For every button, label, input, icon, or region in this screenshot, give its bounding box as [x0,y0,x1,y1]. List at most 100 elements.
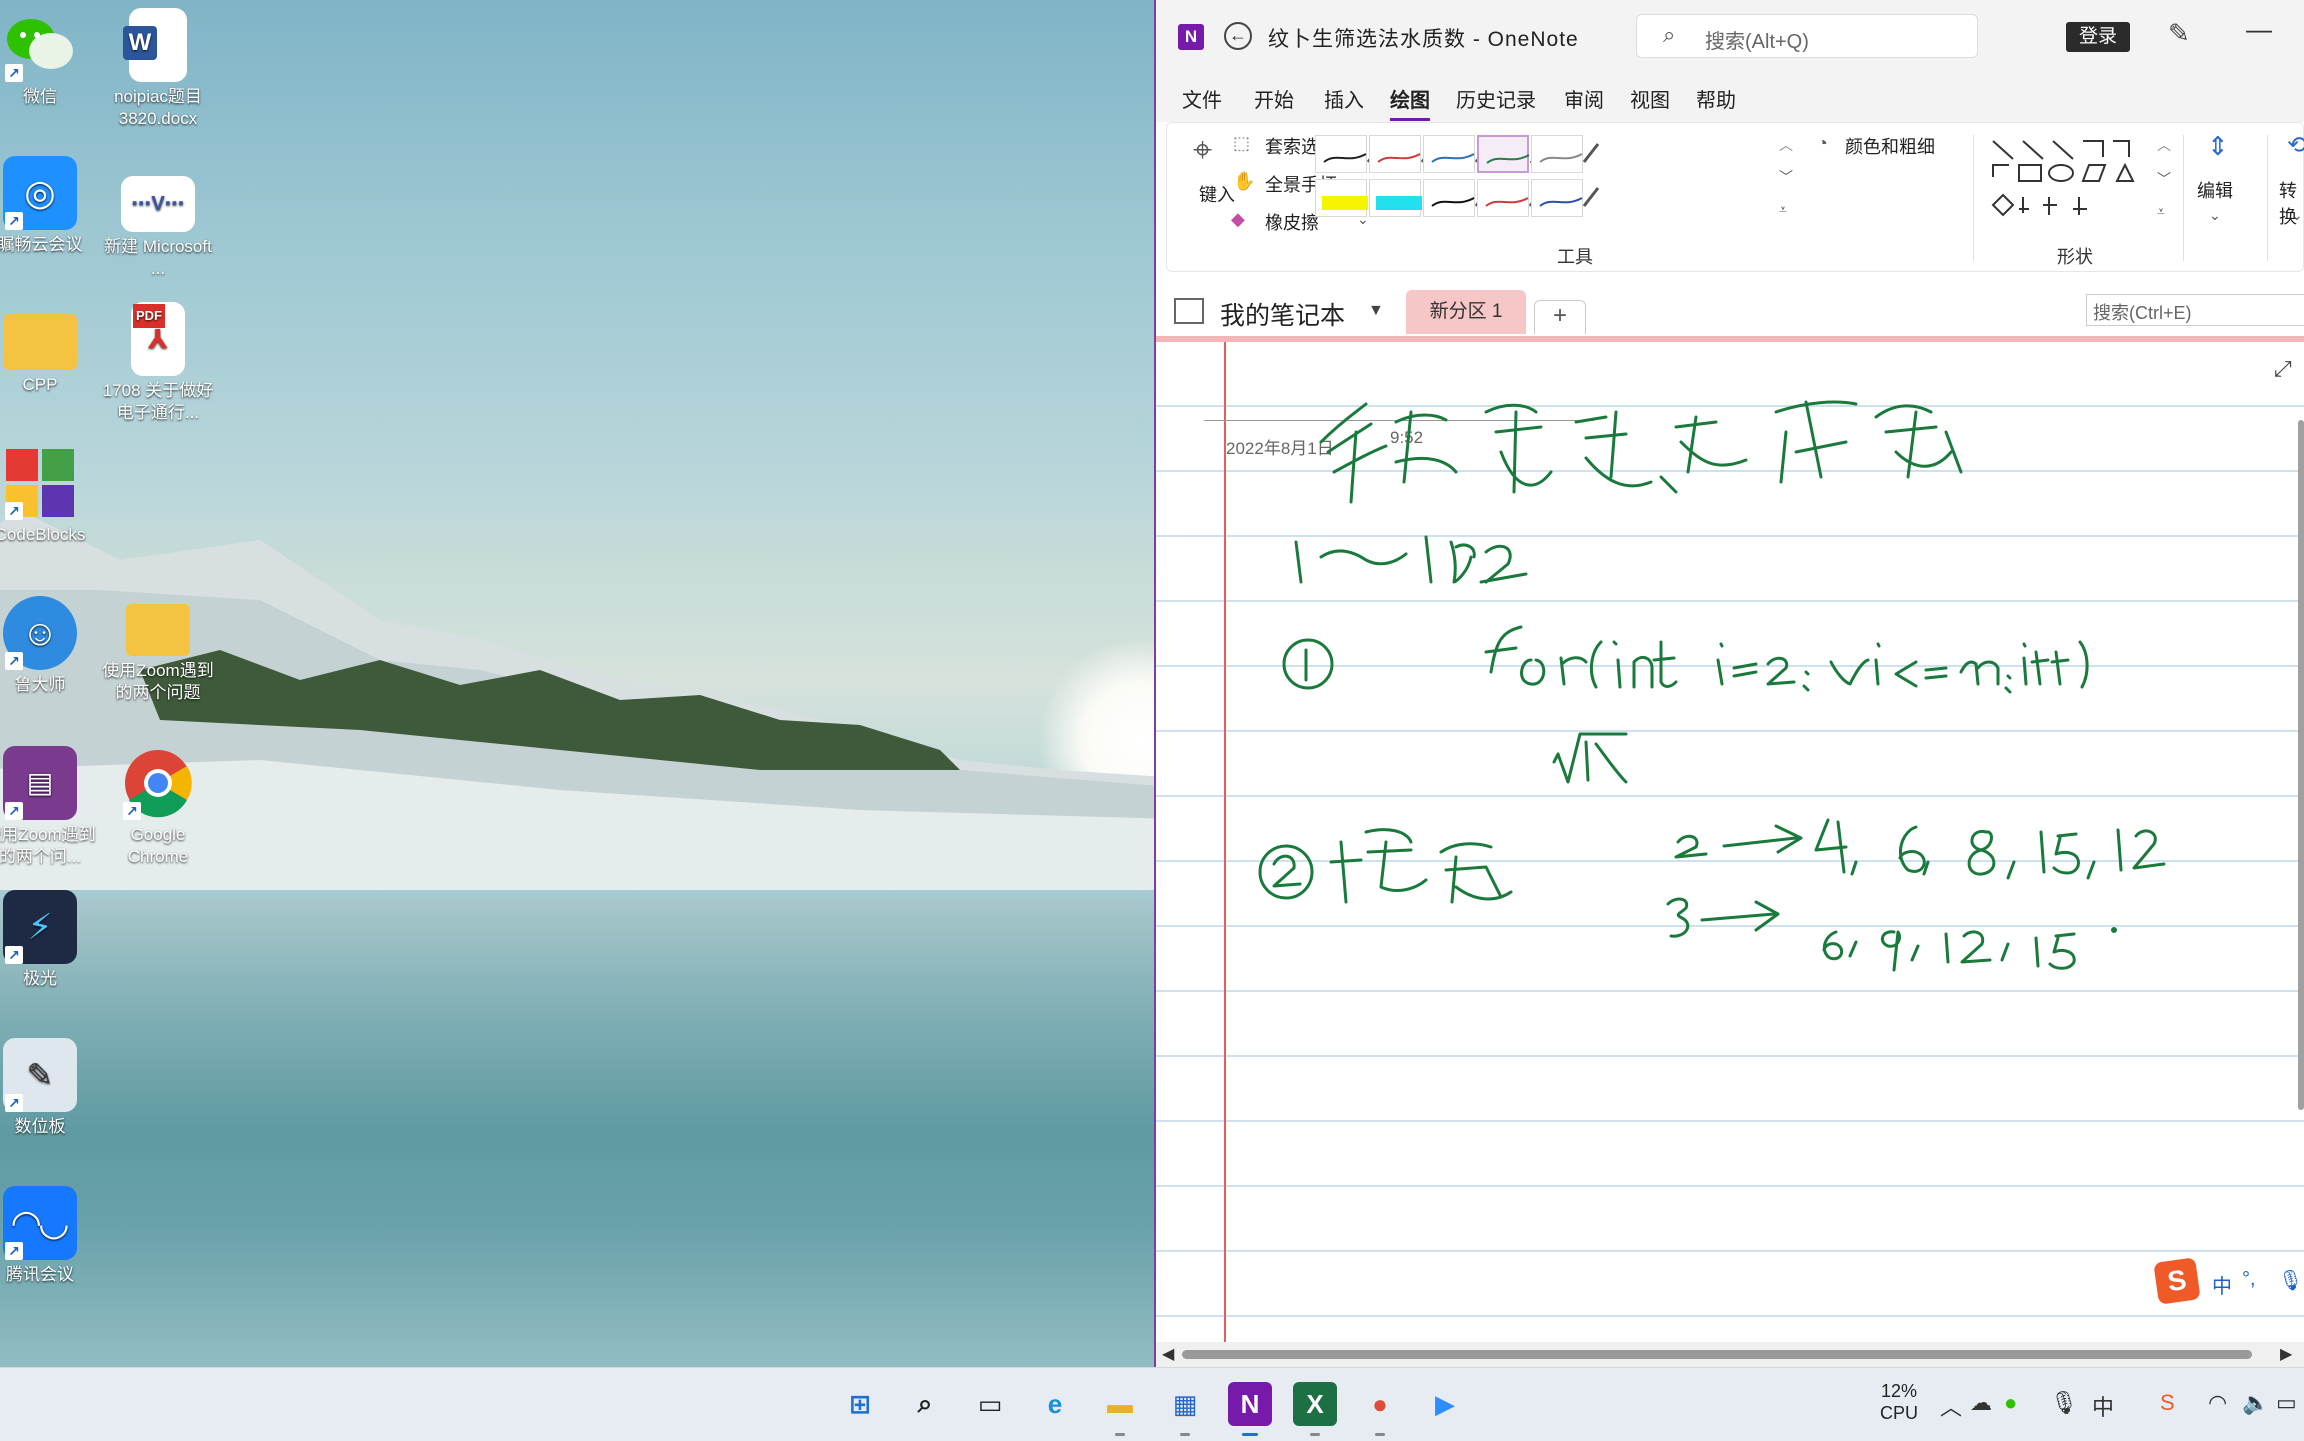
ime-tray-indicator[interactable]: 中 [2092,1390,2114,1422]
sign-in-button[interactable]: 登录 [2066,22,2130,52]
desktop-icon-word-doc[interactable]: W noipiac题目3820.docx [102,8,214,130]
gallery-scroll-up-icon[interactable]: ︿ [1779,135,1793,155]
store-icon[interactable]: ▦ [1163,1382,1207,1436]
search-icon[interactable]: ⌕ [903,1382,947,1426]
scroll-left-icon[interactable]: ◀ [1162,1344,1174,1364]
excel-icon[interactable]: X [1293,1382,1337,1436]
desktop-icon-label: 新建 Microsoft ... [104,237,212,278]
desktop-icon-visio[interactable]: ⋯V⋯ 新建 Microsoft ... [102,176,214,280]
shapes-gallery[interactable] [1989,135,2149,235]
horizontal-scrollbar[interactable]: ◀ ▶ [1156,1342,2304,1367]
pen-swatch[interactable] [1423,135,1492,173]
desktop-icon-tencent-meeting[interactable]: ◠◡ ↗ 腾讯会议 [0,1186,96,1286]
highlighter-swatch[interactable] [1315,179,1384,217]
desktop-icon-winrar[interactable]: ▤ ↗ 使用Zoom遇到的两个问... [0,746,96,868]
edge-icon[interactable]: e [1033,1382,1077,1426]
chevron-down-icon[interactable]: ⌄ [2209,207,2221,224]
scrollbar-thumb[interactable] [1182,1350,2252,1359]
color-thickness-button[interactable]: 颜色和粗细 [1845,133,1935,159]
pen-swatch[interactable] [1315,135,1384,173]
chevron-down-icon[interactable]: ▼ [1368,302,1384,320]
volume-icon[interactable]: 🔈 [2242,1390,2269,1416]
tab-home[interactable]: 开始 [1254,84,1294,113]
scroll-right-icon[interactable]: ▶ [2280,1344,2292,1364]
eraser-button[interactable]: 橡皮擦 [1265,209,1319,235]
file-explorer-icon[interactable]: ▬ [1098,1382,1142,1436]
edit-icon: ⇕ [2207,131,2229,161]
tab-view[interactable]: 视图 [1630,84,1670,113]
wechat-tray-icon[interactable]: ● [2004,1390,2017,1416]
cpu-meter[interactable]: 12% CPU [1880,1380,1918,1424]
battery-icon[interactable]: ▭ [2276,1390,2297,1416]
ime-punctuation-icon[interactable]: °, [2242,1268,2256,1291]
sogou-tray-icon[interactable]: S [2160,1390,2175,1416]
ime-toolbar[interactable]: S 中 °, 🎙 [2153,1257,2304,1305]
lasso-icon: ⬚ [1233,133,1251,153]
edit-button[interactable]: 编辑 [2197,177,2233,203]
tab-help[interactable]: 帮助 [1696,84,1736,113]
start-button[interactable]: ⊞ [838,1382,882,1426]
desktop-icon-cpp-folder[interactable]: CPP [0,306,96,396]
desktop-icon-wechat[interactable]: ↗ 微信 [0,8,96,108]
pen-swatch[interactable] [1369,135,1438,173]
desktop-icon-meeting[interactable]: ◎ ↗ 瞩畅云会议 [0,156,96,256]
folder-icon [126,604,190,656]
highlighter-swatch[interactable] [1369,179,1438,217]
tab-draw[interactable]: 绘图 [1390,84,1430,121]
shortcut-arrow-icon: ↗ [5,1094,23,1112]
tab-history[interactable]: 历史记录 [1456,84,1536,113]
tab-insert[interactable]: 插入 [1324,84,1364,113]
desktop-icon-pdf[interactable]: PDF ⅄ 1708 关于做好电子通行... [102,302,214,424]
shapes-scroll-down-icon[interactable]: ﹀ [2157,169,2171,189]
microphone-icon[interactable]: 🎙 [2278,1268,2303,1293]
note-page-canvas[interactable]: ⤢ 2022年8月1日 9:52 S 中 °, 🎙 [1156,342,2304,1342]
chrome-icon[interactable]: ● [1358,1382,1402,1436]
gallery-more-icon[interactable]: ⩡ [1779,201,1787,218]
desktop-icon-label: 微信 [23,87,57,106]
tab-review[interactable]: 审阅 [1564,84,1604,113]
shapes-scroll-up-icon[interactable]: ︿ [2157,135,2171,155]
pen-swatch[interactable] [1531,135,1600,173]
wifi-icon[interactable]: ◠ [2208,1390,2227,1416]
chevron-down-icon[interactable]: ⌄ [2291,207,2303,224]
search-placeholder: 搜索(Alt+Q) [1705,31,1809,53]
desktop-icon-jiguang[interactable]: ⚡ ↗ 极光 [0,890,96,990]
page-search-input[interactable]: 搜索(Ctrl+E) [2086,294,2304,326]
notebook-name[interactable]: 我的笔记本 [1220,296,1345,332]
desktop-icon-zoom-folder[interactable]: 使用Zoom遇到的两个问题 [102,604,214,704]
desktop-icon-ludashi[interactable]: ☺ ↗ 鲁大师 [0,596,96,696]
zoom-icon[interactable]: ▶ [1423,1382,1467,1426]
desktop-icon-tablet[interactable]: ✎ ↗ 数位板 [0,1038,96,1138]
pdf-icon: PDF ⅄ [131,302,185,376]
type-cursor-icon: ⌖ [1193,131,1213,169]
tab-file[interactable]: 文件 [1182,84,1222,113]
search-box[interactable]: ⌕ 搜索(Alt+Q) [1636,14,1978,58]
pen-swatch[interactable] [1477,179,1546,217]
desktop-icon-codeblocks[interactable]: ↗ CodeBlocks [0,446,96,546]
type-button[interactable]: 键入 [1199,181,1235,207]
pen-swatch[interactable] [1423,179,1492,217]
task-view-icon[interactable]: ▭ [968,1382,1012,1426]
microphone-icon[interactable]: 🎙 [2050,1390,2078,1416]
onedrive-icon[interactable]: ☁ [1970,1390,1992,1416]
pen-feedback-icon[interactable]: ✎ [2168,18,2190,49]
gallery-scroll-down-icon[interactable]: ﹀ [1779,167,1793,187]
eraser-icon: ◆ [1231,209,1245,229]
shapes-more-icon[interactable]: ⩡ [2157,203,2165,220]
minimize-button[interactable]: — [2246,14,2272,45]
pen-swatch[interactable] [1531,179,1600,217]
ime-mode-indicator[interactable]: 中 [2212,1270,2232,1299]
tencent-meeting-icon: ◠◡ ↗ [3,1186,77,1260]
vertical-scrollbar[interactable] [2298,420,2304,1110]
add-section-button[interactable]: + [1534,300,1586,334]
shortcut-arrow-icon: ↗ [5,212,23,230]
back-button[interactable]: ← [1224,22,1252,50]
section-bar: 我的笔记本 ▼ 新分区 1 + 搜索(Ctrl+E) [1156,286,2304,338]
section-tab[interactable]: 新分区 1 [1406,290,1526,334]
pen-swatch[interactable] [1477,135,1547,173]
notebook-icon[interactable] [1174,298,1204,324]
desktop-icon-chrome[interactable]: ↗ Google Chrome [102,746,214,868]
chevron-up-icon[interactable]: ︿ [1940,1390,1962,1422]
onenote-icon[interactable]: N [1228,1382,1272,1436]
desktop-icon-label: 使用Zoom遇到的两个问题 [102,661,214,702]
